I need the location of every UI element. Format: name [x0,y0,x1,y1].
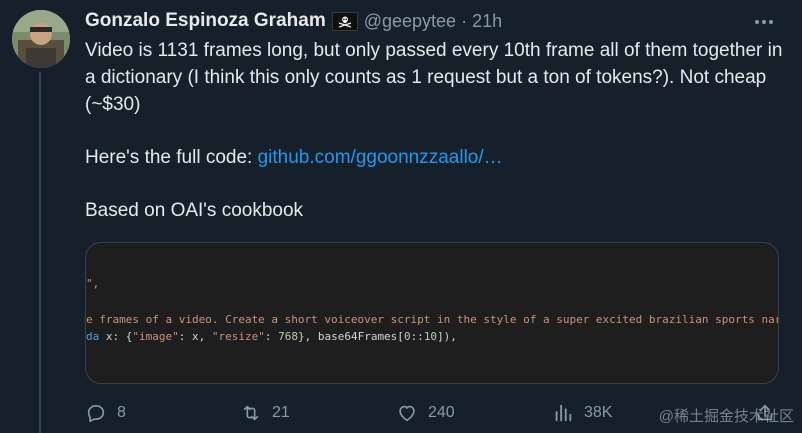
more-dots-icon [755,20,773,24]
code-line-2: e frames of a video. Create a short voic… [86,313,779,326]
tweet-paragraph-2: Here's the full code: github.com/ggoonnz… [85,144,785,171]
author-handle[interactable]: @geepytee [364,11,456,32]
header-separator: · [461,10,468,31]
tweet-header: Gonzalo Espinoza Graham @geepytee · 21h [85,9,502,33]
retweet-count: 21 [272,404,290,421]
views-button[interactable]: 38K [552,398,612,428]
views-icon [555,404,572,422]
tweet-paragraph-3: Based on OAI's cookbook [85,200,304,221]
reply-button[interactable]: 8 [85,398,126,428]
like-button[interactable]: 240 [396,398,455,428]
tweet-media-code-screenshot[interactable]: ", e frames of a video. Create a short v… [85,242,779,384]
more-options-button[interactable] [754,12,774,32]
avatar-image [12,10,70,68]
author-display-name[interactable]: Gonzalo Espinoza Graham [85,10,326,32]
thread-line [39,72,41,433]
code-line-1: ", [86,277,100,290]
views-count: 38K [584,404,613,421]
tweet-code-label: Here's the full code: [85,147,258,168]
code-line-3: da x: {"image": x, "resize": 768}, base6… [86,330,457,343]
tweet-timestamp[interactable]: 21h [472,11,502,32]
tweet-body: Video is 1131 frames long, but only pass… [85,37,785,224]
reply-count: 8 [117,404,126,421]
retweet-button[interactable]: 21 [240,398,290,428]
tweet-paragraph-1: Video is 1131 frames long, but only pass… [85,40,783,115]
retweet-icon [243,405,259,421]
watermark: @稀土掘金技术社区 [658,408,794,425]
avatar[interactable] [12,10,70,68]
github-link[interactable]: github.com/ggoonnzzaallo/… [258,147,503,168]
skull-crossbones-flag-icon [331,11,358,31]
reply-icon [87,405,105,423]
code-snippet: ", e frames of a video. Create a short v… [86,243,778,343]
heart-icon [399,405,415,422]
like-count: 240 [428,404,455,421]
